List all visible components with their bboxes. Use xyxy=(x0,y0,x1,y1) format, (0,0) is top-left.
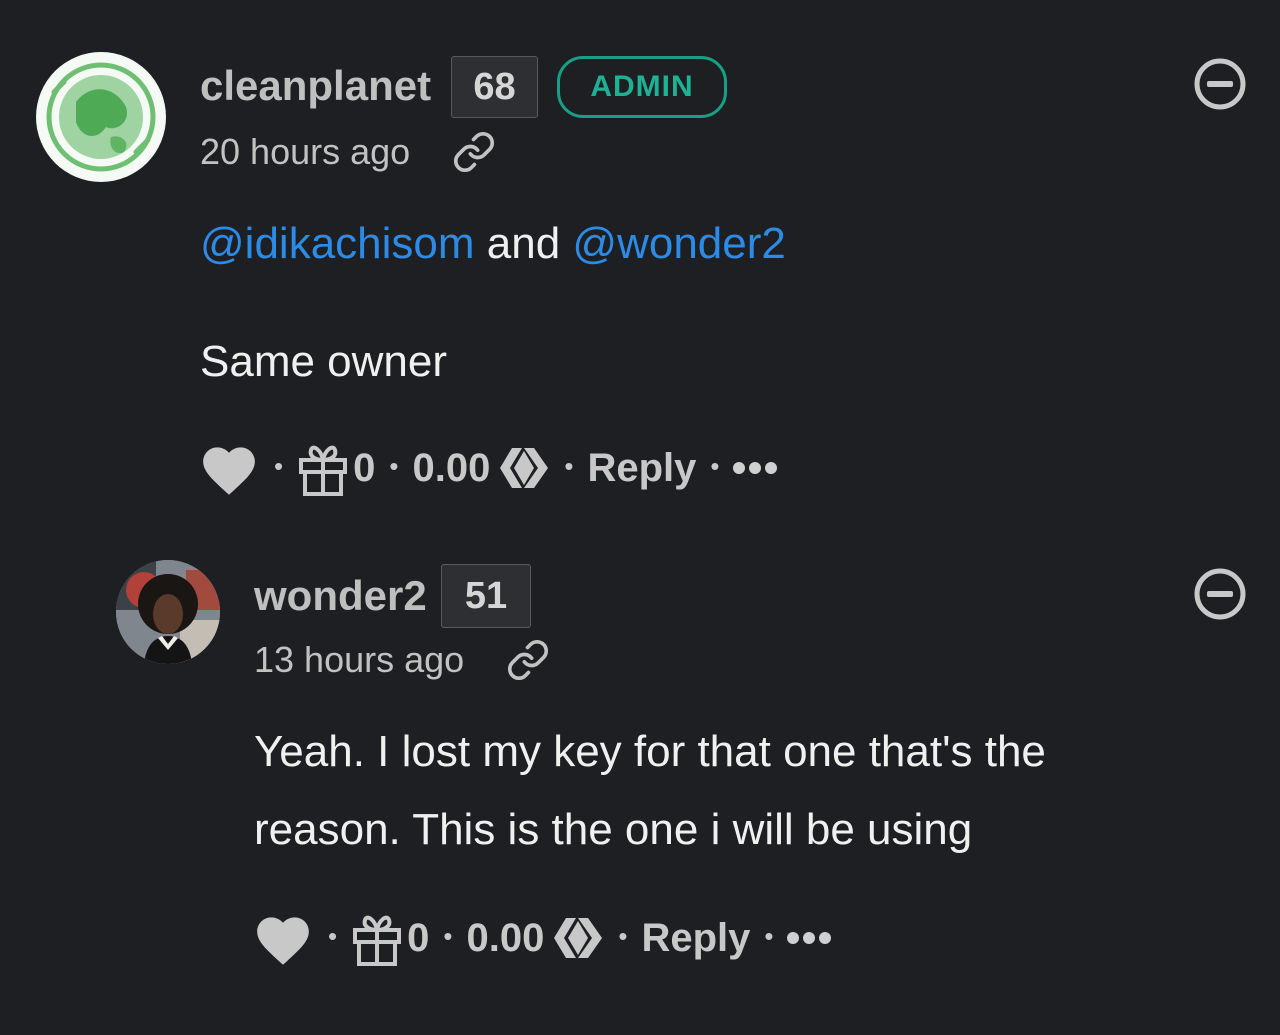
separator-dot: • xyxy=(443,920,453,951)
reply-button[interactable]: Reply xyxy=(587,446,696,491)
avatar-cleanplanet[interactable] xyxy=(36,52,166,182)
mention-link[interactable]: @wonder2 xyxy=(572,219,785,268)
comment-actions: • 0 • 0.00 • Reply • xyxy=(198,436,778,500)
username[interactable]: wonder2 xyxy=(254,570,427,622)
timestamp[interactable]: 13 hours ago xyxy=(254,638,464,682)
mention-link[interactable]: @idikachisom xyxy=(200,219,475,268)
separator-dot: • xyxy=(564,450,574,481)
earth-logo-icon xyxy=(38,54,164,180)
separator-dot: • xyxy=(764,920,774,951)
comment-mentions-line: @idikachisom and @wonder2 xyxy=(200,216,786,272)
gift-count: 0 xyxy=(407,915,430,960)
link-icon[interactable] xyxy=(506,638,550,682)
more-icon[interactable] xyxy=(787,932,832,944)
separator-dot: • xyxy=(710,450,720,481)
portrait-image xyxy=(116,560,220,664)
payout-value[interactable]: 0.00 xyxy=(466,916,544,961)
link-icon[interactable] xyxy=(452,130,496,174)
heart-icon[interactable] xyxy=(198,439,260,497)
gift-icon[interactable] xyxy=(297,440,349,496)
reply-button[interactable]: Reply xyxy=(641,916,750,961)
separator-dot: • xyxy=(328,920,338,951)
reputation-badge: 68 xyxy=(451,56,538,118)
avatar-wonder2[interactable] xyxy=(116,560,220,664)
separator-dot: • xyxy=(274,450,284,481)
gift-icon[interactable] xyxy=(351,910,403,966)
separator-dot: • xyxy=(389,450,399,481)
gift-count: 0 xyxy=(353,445,376,490)
separator-dot: • xyxy=(618,920,628,951)
hive-logo-icon xyxy=(500,448,549,488)
payout-value[interactable]: 0.00 xyxy=(412,446,490,491)
hive-logo-icon xyxy=(554,918,603,958)
comment-body-line-2: reason. This is the one i will be using xyxy=(254,805,973,854)
reputation-badge: 51 xyxy=(441,564,531,628)
comment-body-line-1: Yeah. I lost my key for that one that's … xyxy=(254,727,1046,776)
more-icon[interactable] xyxy=(733,462,778,474)
collapse-icon[interactable] xyxy=(1192,56,1248,112)
comment-actions: • 0 • 0.00 • Reply • xyxy=(252,906,832,970)
comment-body: Same owner xyxy=(200,337,448,386)
username[interactable]: cleanplanet xyxy=(200,60,431,112)
heart-icon[interactable] xyxy=(252,909,314,967)
timestamp[interactable]: 20 hours ago xyxy=(200,130,410,174)
mention-joiner: and xyxy=(474,219,573,268)
collapse-icon[interactable] xyxy=(1192,566,1248,622)
admin-badge: ADMIN xyxy=(557,56,727,118)
